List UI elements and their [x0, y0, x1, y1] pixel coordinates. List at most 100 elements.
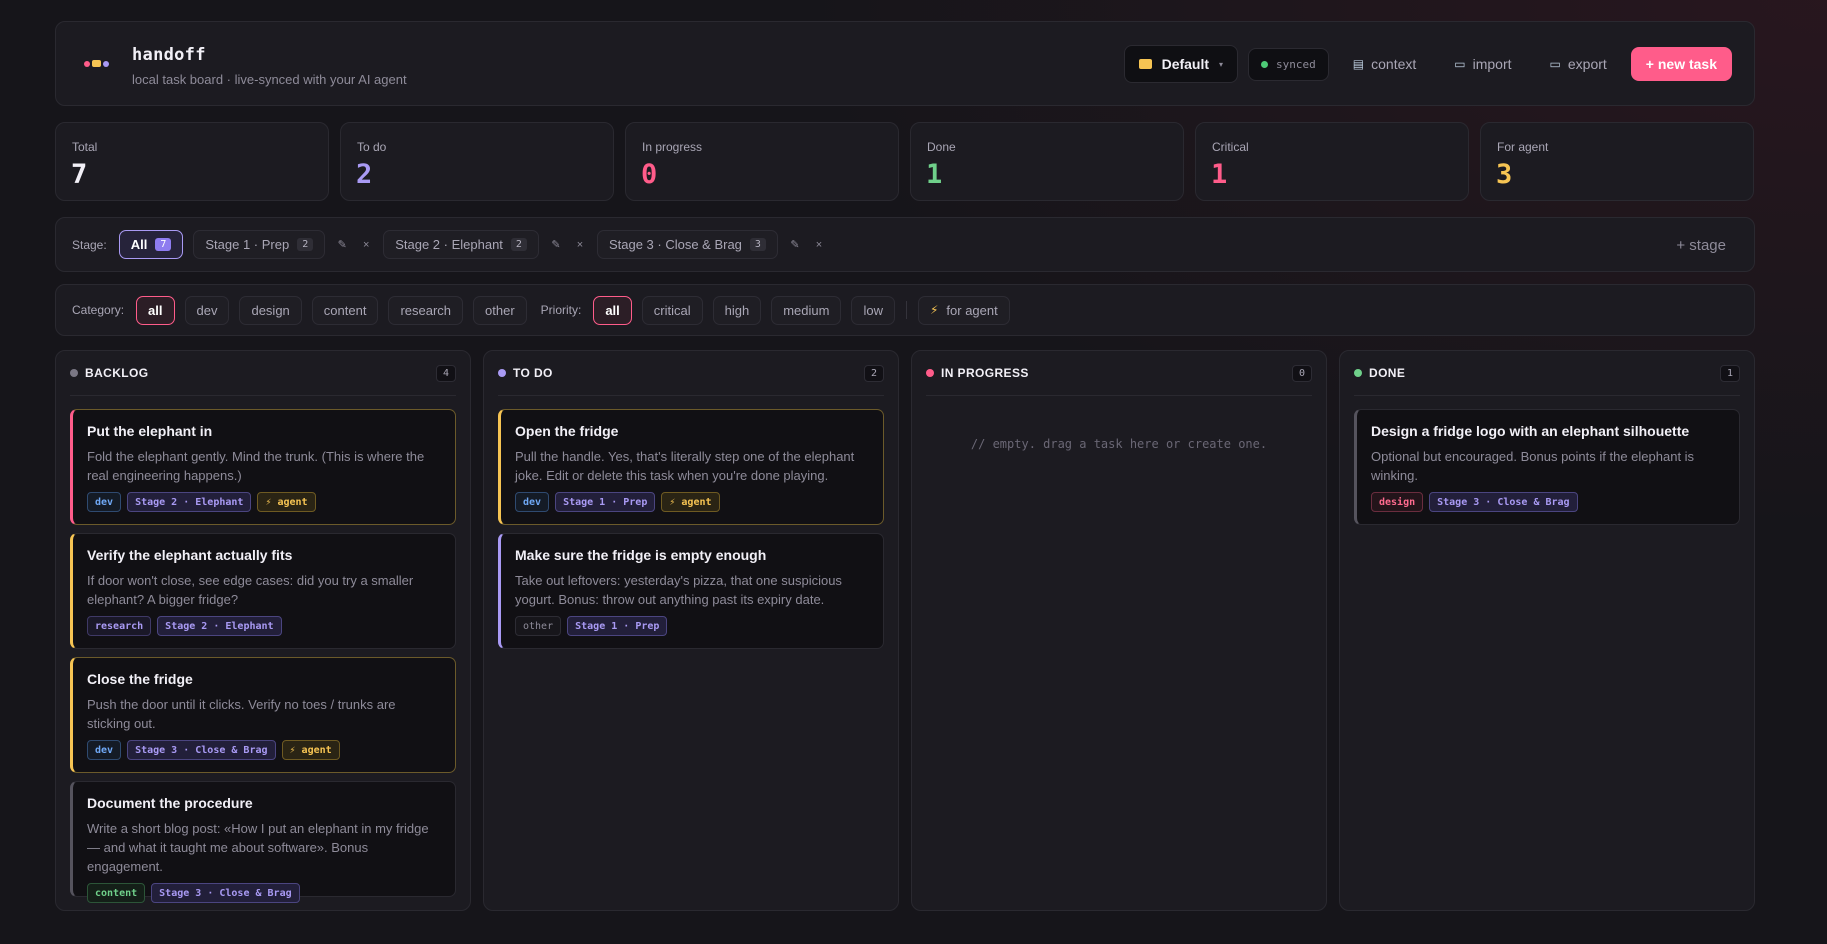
- stage-tag: Stage 3 · Close & Brag: [127, 740, 276, 760]
- column-title: IN PROGRESS: [941, 366, 1029, 380]
- column-status-dot-icon: [926, 369, 934, 377]
- import-label: import: [1472, 56, 1512, 72]
- category-chip-other[interactable]: other: [473, 295, 527, 325]
- category-chip-content[interactable]: content: [311, 295, 379, 325]
- stat-label: To do: [357, 140, 387, 154]
- stat-label: For agent: [1497, 140, 1549, 154]
- agent-tag: ⚡ agent: [281, 740, 340, 760]
- category-tag: other: [515, 616, 562, 636]
- stage-chip-1[interactable]: Stage 1 · Prep 2: [193, 230, 326, 259]
- status-dot-icon: [1261, 60, 1269, 68]
- edit-stage-icon[interactable]: ✎: [549, 238, 563, 251]
- column-count: 2: [863, 364, 884, 382]
- category-chip-dev[interactable]: dev: [184, 295, 230, 325]
- priority-chip-critical[interactable]: critical: [641, 295, 703, 325]
- task-card[interactable]: Make sure the fridge is empty enough Tak…: [498, 533, 884, 649]
- task-description: Push the door until it clicks. Verify no…: [87, 697, 396, 731]
- stage-count: 2: [510, 238, 527, 251]
- column-backlog[interactable]: BACKLOG 4 Put the elephant in Fold the e…: [55, 350, 471, 911]
- import-button[interactable]: ▭ import: [1440, 47, 1525, 81]
- delete-stage-icon[interactable]: ×: [812, 239, 826, 251]
- stat-value: 1: [926, 159, 943, 190]
- column-title: BACKLOG: [85, 366, 149, 380]
- category-tag: content: [87, 883, 146, 903]
- category-tag: dev: [87, 740, 122, 760]
- add-stage-button[interactable]: + stage: [1666, 231, 1736, 260]
- task-card[interactable]: Document the procedure Write a short blo…: [70, 781, 456, 903]
- task-card[interactable]: Verify the elephant actually fits If doo…: [70, 533, 456, 649]
- category-tag: dev: [515, 492, 550, 512]
- stat-card-critical: Critical 1: [1195, 122, 1469, 201]
- import-tray-icon: ▭: [1454, 57, 1466, 71]
- sync-status-label: synced: [1276, 57, 1316, 71]
- stat-label: Done: [927, 140, 956, 154]
- priority-chip-low[interactable]: low: [851, 295, 895, 325]
- app-title: handoff: [132, 45, 206, 65]
- stage-chip-2[interactable]: Stage 2 · Elephant 2: [383, 230, 539, 259]
- stage-chip-label: Stage 3 · Close & Brag: [608, 237, 742, 252]
- task-description: Optional but encouraged. Bonus points if…: [1371, 449, 1695, 483]
- category-chip-research[interactable]: research: [388, 295, 464, 325]
- delete-stage-icon[interactable]: ×: [573, 239, 587, 251]
- board-selector[interactable]: Default ▾: [1123, 45, 1239, 83]
- task-title: Verify the elephant actually fits: [87, 547, 293, 563]
- task-card[interactable]: Close the fridge Push the door until it …: [70, 657, 456, 773]
- empty-column-placeholder: // empty. drag a task here or create one…: [970, 437, 1268, 451]
- category-label: Category:: [72, 303, 125, 317]
- task-card[interactable]: Open the fridge Pull the handle. Yes, th…: [498, 409, 884, 525]
- agent-tag: ⚡ agent: [661, 492, 720, 512]
- column-done[interactable]: DONE 1 Design a fridge logo with an elep…: [1339, 350, 1755, 911]
- task-title: Put the elephant in: [87, 423, 213, 439]
- for-agent-filter-chip[interactable]: ⚡ for agent: [917, 295, 1010, 325]
- app-subtitle: local task board · live-synced with your…: [132, 72, 407, 87]
- stat-label: In progress: [642, 140, 703, 154]
- column-status-dot-icon: [498, 369, 506, 377]
- task-description: Pull the handle. Yes, that's literally s…: [515, 449, 855, 483]
- stage-chip-3[interactable]: Stage 3 · Close & Brag 3: [596, 230, 778, 259]
- column-count: 4: [435, 364, 456, 382]
- for-agent-label: for agent: [946, 302, 998, 318]
- task-title: Design a fridge logo with an elephant si…: [1371, 423, 1690, 439]
- column-count: 0: [1291, 364, 1312, 382]
- new-task-button[interactable]: + new task: [1630, 47, 1732, 81]
- stage-tag: Stage 3 · Close & Brag: [1429, 492, 1578, 512]
- task-description: If door won't close, see edge cases: did…: [87, 573, 414, 607]
- context-button[interactable]: ▤ context: [1339, 47, 1430, 81]
- stage-chip-all[interactable]: All 7: [118, 230, 184, 259]
- stat-card-done: Done 1: [910, 122, 1184, 201]
- category-chip-all[interactable]: all: [136, 295, 175, 325]
- export-tray-icon: ▭: [1549, 57, 1561, 71]
- stage-chip-label: Stage 2 · Elephant: [395, 237, 503, 252]
- folder-icon: [1138, 59, 1152, 69]
- category-tag: design: [1371, 492, 1424, 512]
- column-in-progress[interactable]: IN PROGRESS 0 // empty. drag a task here…: [911, 350, 1327, 911]
- stat-label: Total: [72, 140, 98, 154]
- stage-tag: Stage 3 · Close & Brag: [151, 883, 300, 903]
- priority-label: Priority:: [540, 303, 582, 317]
- column-title: TO DO: [513, 366, 553, 380]
- delete-stage-icon[interactable]: ×: [359, 239, 373, 251]
- column-todo[interactable]: TO DO 2 Open the fridge Pull the handle.…: [483, 350, 899, 911]
- export-button[interactable]: ▭ export: [1536, 47, 1621, 81]
- task-description: Fold the elephant gently. Mind the trunk…: [87, 449, 425, 483]
- task-title: Make sure the fridge is empty enough: [515, 547, 767, 563]
- task-card[interactable]: Put the elephant in Fold the elephant ge…: [70, 409, 456, 525]
- stat-label: Critical: [1212, 140, 1249, 154]
- edit-stage-icon[interactable]: ✎: [335, 238, 349, 251]
- category-tag: research: [87, 616, 152, 636]
- edit-stage-icon[interactable]: ✎: [788, 238, 802, 251]
- stage-count: 7: [155, 238, 172, 251]
- stage-tag: Stage 2 · Elephant: [157, 616, 282, 636]
- board-name: Default: [1161, 56, 1210, 72]
- stat-card-in-progress: In progress 0: [625, 122, 899, 201]
- task-card[interactable]: Design a fridge logo with an elephant si…: [1354, 409, 1740, 525]
- category-chip-design[interactable]: design: [239, 295, 302, 325]
- stage-chip-label: Stage 1 · Prep: [205, 237, 290, 252]
- priority-chip-all[interactable]: all: [593, 295, 632, 325]
- stat-value: 1: [1211, 159, 1228, 190]
- priority-chip-high[interactable]: high: [712, 295, 762, 325]
- stage-chip-label: All: [130, 237, 148, 252]
- column-status-dot-icon: [1354, 369, 1362, 377]
- task-title: Document the procedure: [87, 795, 253, 811]
- priority-chip-medium[interactable]: medium: [771, 295, 842, 325]
